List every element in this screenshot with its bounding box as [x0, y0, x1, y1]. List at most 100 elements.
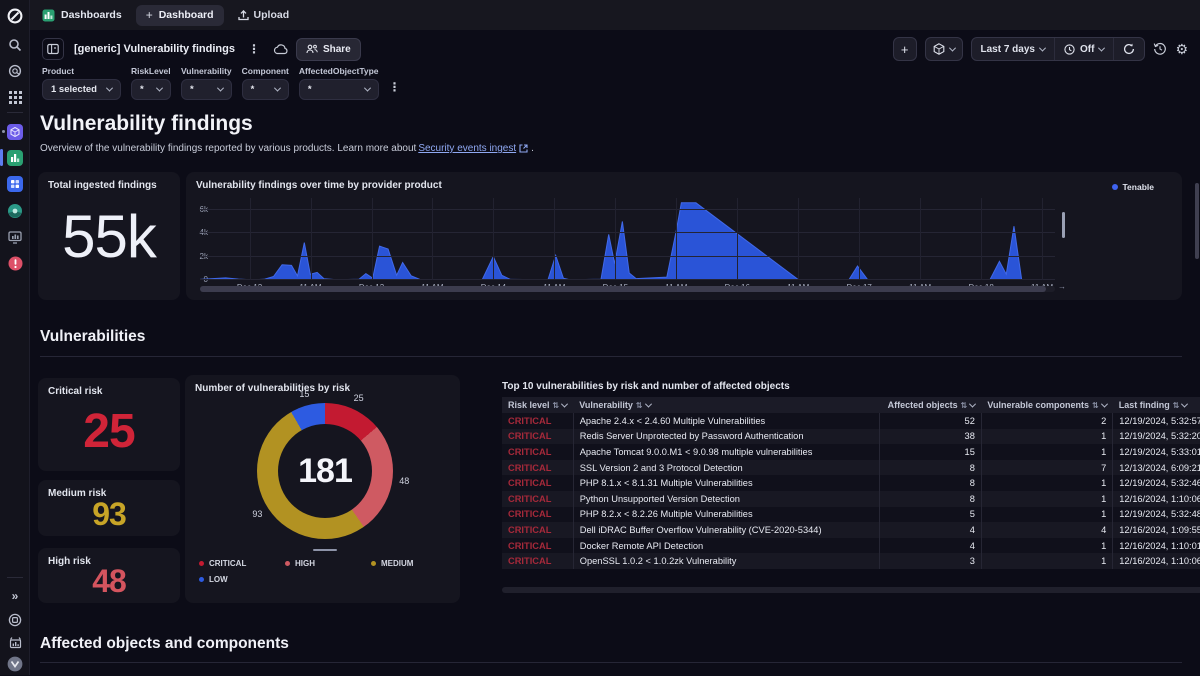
activity-chart-icon[interactable]: [0, 630, 30, 654]
table-row[interactable]: CRITICALPython Unsupported Version Detec…: [502, 491, 1200, 507]
history-button[interactable]: [1153, 42, 1167, 56]
donut-title: Number of vulnerabilities by risk: [195, 383, 350, 394]
refresh-button[interactable]: [1114, 38, 1144, 60]
donut-hole: 181: [278, 424, 372, 518]
table-row[interactable]: CRITICALOpenSSL 1.0.2 < 1.0.2zk Vulnerab…: [502, 553, 1200, 569]
dashboards-app-icon[interactable]: [0, 146, 30, 170]
filter-value-dropdown[interactable]: *: [181, 79, 232, 100]
risk-level-cell: CRITICAL: [502, 460, 573, 476]
chart-horizontal-scrollbar[interactable]: [200, 286, 1055, 292]
user-avatar[interactable]: [0, 652, 30, 676]
legend-label: HIGH: [295, 559, 315, 568]
column-header-affected-objects[interactable]: Affected objects⇅: [879, 397, 981, 413]
people-icon: [306, 44, 318, 54]
donut-segment-label: 48: [399, 476, 409, 486]
total-findings-tile[interactable]: Total ingested findings 55k: [38, 172, 180, 300]
donut-pagination-line[interactable]: [313, 549, 337, 551]
affected-objects-cell: 5: [879, 507, 981, 523]
donut-segment-label: 93: [252, 509, 262, 519]
donut-legend-item[interactable]: LOW: [199, 575, 285, 584]
settings-gear-icon[interactable]: ⚙: [1175, 41, 1188, 58]
table-row[interactable]: CRITICALSSL Version 2 and 3 Protocol Det…: [502, 460, 1200, 476]
filter-bar: Product1 selectedRiskLevel*Vulnerability…: [30, 64, 1200, 108]
kubernetes-app-icon[interactable]: [0, 172, 30, 196]
dashboard-board-icon[interactable]: [42, 38, 64, 60]
dynatrace-logo-icon[interactable]: [0, 4, 30, 28]
dashboard-menu-kebab[interactable]: ⋮: [243, 42, 265, 56]
active-app-indicator: [0, 149, 3, 166]
vulnerable-components-cell: 2: [981, 413, 1112, 429]
table-row[interactable]: CRITICALPHP 8.1.x < 8.1.31 Multiple Vuln…: [502, 475, 1200, 491]
table-row[interactable]: CRITICALDocker Remote API Detection4112/…: [502, 538, 1200, 554]
hosts-monitor-icon[interactable]: [0, 225, 30, 249]
expand-sidebar-icon[interactable]: »: [0, 584, 30, 608]
sort-icon: ⇅: [553, 401, 560, 410]
chart-vertical-scrollbar[interactable]: [1062, 212, 1065, 238]
table-horizontal-scrollbar[interactable]: [502, 587, 1200, 593]
filters-kebab-menu[interactable]: ⋮: [389, 80, 401, 94]
h-gridline: [200, 256, 1055, 257]
high-risk-tile[interactable]: High risk 48: [38, 548, 180, 603]
column-header-last-finding[interactable]: Last finding⇅: [1113, 397, 1200, 413]
apps-grid-icon[interactable]: [0, 85, 30, 109]
clouds-app-icon[interactable]: [0, 120, 30, 144]
legend-label: CRITICAL: [209, 559, 246, 568]
timeseries-title: Vulnerability findings over time by prov…: [196, 180, 442, 191]
dashboards-app-crumb[interactable]: Dashboards: [42, 9, 122, 22]
vulnerable-components-cell: 1: [981, 507, 1112, 523]
donut-legend-item[interactable]: HIGH: [285, 559, 371, 568]
security-events-ingest-link[interactable]: Security events ingest: [418, 143, 516, 154]
auto-refresh-dropdown[interactable]: Off: [1055, 38, 1114, 60]
v-gridline: [311, 198, 312, 280]
table-row[interactable]: CRITICALDell iDRAC Buffer Overflow Vulne…: [502, 522, 1200, 538]
filter-value-dropdown[interactable]: *: [131, 79, 171, 100]
variables-cube-button[interactable]: [925, 37, 963, 61]
column-header-risk-level[interactable]: Risk level⇅: [502, 397, 573, 413]
timeseries-tile[interactable]: Vulnerability findings over time by prov…: [186, 172, 1182, 300]
share-label: Share: [323, 44, 351, 55]
last-finding-cell: 12/16/2024, 1:10:01: [1113, 538, 1200, 554]
problems-alert-icon[interactable]: [0, 251, 30, 275]
explore-globe-icon[interactable]: [0, 59, 30, 83]
description-suffix: .: [531, 143, 534, 154]
upload-button[interactable]: Upload: [238, 9, 290, 21]
filter-value-dropdown[interactable]: *: [299, 79, 379, 100]
timeseries-legend-item[interactable]: Tenable: [1112, 182, 1155, 192]
donut-legend-item[interactable]: MEDIUM: [371, 559, 449, 568]
recordings-icon[interactable]: [0, 608, 30, 632]
section-divider: [40, 356, 1182, 357]
filter-component: Component*: [242, 66, 289, 100]
affected-objects-cell: 38: [879, 429, 981, 445]
table-row[interactable]: CRITICALApache 2.4.x < 2.4.60 Multiple V…: [502, 413, 1200, 429]
table-row[interactable]: CRITICALRedis Server Unprotected by Pass…: [502, 429, 1200, 445]
filter-label: AffectedObjectType: [299, 66, 379, 76]
column-menu-chevron: [1181, 401, 1188, 408]
page-vertical-scrollbar[interactable]: [1195, 183, 1199, 259]
tab-dashboard-active[interactable]: + Dashboard: [136, 5, 224, 26]
table-row[interactable]: CRITICALPHP 8.2.x < 8.2.26 Multiple Vuln…: [502, 507, 1200, 523]
time-range-dropdown[interactable]: Last 7 days: [972, 38, 1055, 60]
h-gridline: [200, 209, 1055, 210]
add-tile-button[interactable]: +: [893, 37, 917, 61]
donut-legend-item[interactable]: CRITICAL: [199, 559, 285, 568]
filter-value-dropdown[interactable]: *: [242, 79, 289, 100]
column-header-vulnerability[interactable]: Vulnerability⇅: [573, 397, 879, 413]
risk-level-cell: CRITICAL: [502, 429, 573, 445]
table-row[interactable]: CRITICALApache Tomcat 9.0.0.M1 < 9.0.98 …: [502, 444, 1200, 460]
last-finding-cell: 12/19/2024, 5:32:57: [1113, 413, 1200, 429]
infrastructure-app-icon[interactable]: [0, 199, 30, 223]
donut-tile[interactable]: Number of vulnerabilities by risk 181 25…: [185, 375, 460, 603]
filter-value-dropdown[interactable]: 1 selected: [42, 79, 121, 100]
vulnerability-cell: OpenSSL 1.0.2 < 1.0.2zk Vulnerability: [573, 553, 879, 569]
cloud-sync-icon[interactable]: [273, 44, 288, 55]
vulnerabilities-section-title: Vulnerabilities: [40, 328, 145, 346]
table-body: CRITICALApache 2.4.x < 2.4.60 Multiple V…: [502, 413, 1200, 569]
last-finding-cell: 12/16/2024, 1:10:06: [1113, 491, 1200, 507]
critical-risk-tile[interactable]: Critical risk 25: [38, 378, 180, 471]
medium-risk-tile[interactable]: Medium risk 93: [38, 480, 180, 536]
share-button[interactable]: Share: [296, 38, 361, 61]
column-header-vulnerable-components[interactable]: Vulnerable components⇅: [981, 397, 1112, 413]
scroll-right-arrow[interactable]: →: [1058, 282, 1066, 291]
search-icon[interactable]: [0, 33, 30, 57]
v-gridline: [859, 198, 860, 280]
